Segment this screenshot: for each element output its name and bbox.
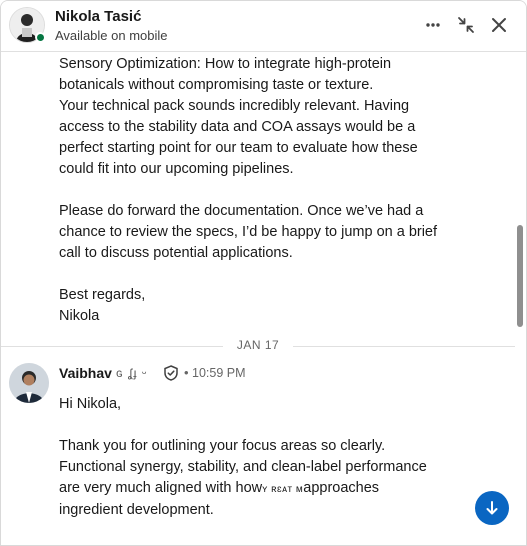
message-timestamp: 10:59 PM [192, 366, 246, 380]
sender-photo [9, 363, 49, 403]
sender-avatar[interactable] [9, 363, 49, 403]
message-text: are very much aligned with how [59, 480, 263, 496]
conversation-header: Nikola Tasić Available on mobile [1, 1, 526, 52]
message-line: are very much aligned with howʏ ʀɛᴀᴛ ᴍap… [59, 478, 427, 500]
close-icon [492, 18, 506, 32]
date-divider: JAN 17 [1, 338, 515, 354]
message-line: Please do forward the documentation. Onc… [59, 203, 424, 219]
collapse-button[interactable] [452, 11, 480, 39]
signoff-line: Nikola [59, 308, 100, 324]
presence-indicator [35, 32, 45, 42]
current-message-body: Hi Nikola, Thank you for outlining your … [59, 394, 427, 521]
contact-status: Available on mobile [55, 28, 168, 43]
date-divider-label: JAN 17 [236, 338, 280, 352]
close-button[interactable] [485, 11, 513, 39]
message-list[interactable]: Sensory Optimization: How to integrate h… [1, 52, 515, 545]
message-text: approaches [303, 480, 380, 496]
contact-name[interactable]: Nikola Tasić [55, 8, 141, 25]
contact-avatar[interactable] [9, 7, 45, 43]
message-line: botanicals without compromising taste or… [59, 77, 374, 93]
scroll-to-bottom-button[interactable] [475, 491, 509, 525]
redacted-text: ʏ ʀɛᴀᴛ ᴍ [262, 484, 304, 495]
message-line: Your technical pack sounds incredibly re… [59, 98, 410, 114]
sender-name[interactable]: Vaibhav [59, 365, 112, 381]
message-line: could fit into our upcoming pipelines. [59, 161, 294, 177]
scrollbar[interactable] [516, 52, 524, 545]
meta-separator: • [184, 365, 189, 380]
verified-shield-icon [164, 365, 178, 381]
signoff-line: Best regards, [59, 287, 146, 303]
message-line: Sensory Optimization: How to integrate h… [59, 56, 392, 72]
sender-name-suffix: ɢ ʆɟ ᵕ [116, 366, 148, 380]
message-line: Functional synergy, stability, and clean… [59, 459, 427, 475]
scrollbar-thumb[interactable] [517, 225, 523, 327]
message-line: Thank you for outlining your focus areas… [59, 438, 386, 454]
message-line: perfect starting point for our team to e… [59, 140, 418, 156]
message-line: call to discuss potential applications. [59, 245, 293, 261]
message-greeting: Hi Nikola, [59, 396, 122, 412]
message-line: ingredient development. [59, 502, 214, 518]
arrow-down-icon [486, 501, 498, 515]
more-options-button[interactable] [419, 11, 447, 39]
message-line: chance to review the specs, I’d be happy… [59, 224, 438, 240]
previous-message-body: Sensory Optimization: How to integrate h… [59, 54, 437, 327]
message-line: access to the stability data and COA ass… [59, 119, 416, 135]
more-icon [426, 23, 440, 27]
collapse-icon [458, 17, 474, 33]
messaging-window: Nikola Tasić Available on mobile Sensory… [0, 0, 527, 546]
